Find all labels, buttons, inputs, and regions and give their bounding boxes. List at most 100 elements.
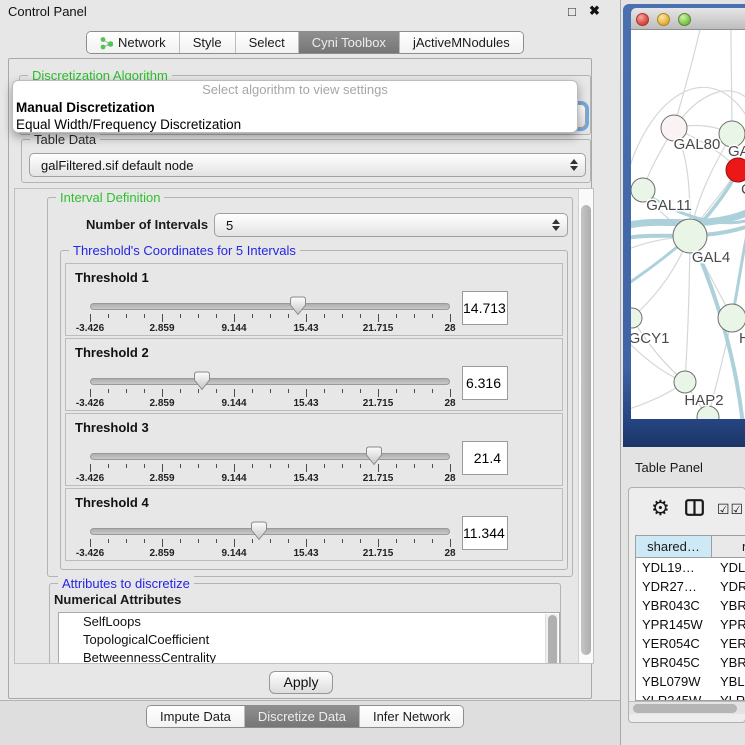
cell-name: YDR2 bbox=[712, 577, 745, 596]
cell-shared-name: YDL19… bbox=[636, 558, 712, 577]
table-row[interactable]: YER054CYER0 bbox=[636, 634, 745, 653]
slider-ticks bbox=[90, 539, 451, 548]
network-window-titlebar[interactable] bbox=[631, 8, 745, 30]
num-intervals-value: 5 bbox=[215, 218, 545, 233]
network-node[interactable] bbox=[726, 158, 745, 182]
cell-shared-name: YBL079W bbox=[636, 672, 712, 691]
threshold-slider-thumb[interactable] bbox=[250, 521, 268, 541]
tab-select[interactable]: Select bbox=[235, 32, 298, 53]
tab-impute-data[interactable]: Impute Data bbox=[147, 706, 244, 727]
threshold-slider-thumb[interactable] bbox=[193, 371, 211, 391]
table-row[interactable]: YPR145WYPR1 bbox=[636, 615, 745, 634]
tab-cyni-toolbox[interactable]: Cyni Toolbox bbox=[298, 32, 399, 53]
cell-shared-name: YPR145W bbox=[636, 615, 712, 634]
node-label: GAL4 bbox=[692, 249, 730, 266]
combo-stepper-icon bbox=[563, 159, 585, 171]
cell-name: YBL0 bbox=[712, 672, 745, 691]
network-node[interactable] bbox=[673, 219, 707, 253]
table-hscrollbar[interactable] bbox=[629, 701, 745, 714]
network-canvas[interactable]: GAL80GACGAL11GAL4GCY1HHAP2 bbox=[631, 30, 745, 419]
tab-label: jActiveMNodules bbox=[413, 35, 510, 50]
column-header-shared[interactable]: shared… bbox=[636, 536, 712, 557]
num-intervals-combobox[interactable]: 5 bbox=[214, 213, 568, 237]
table-row[interactable]: YBR043CYBR0 bbox=[636, 596, 745, 615]
slider-ticks bbox=[90, 314, 451, 323]
tab-network[interactable]: Network bbox=[87, 32, 179, 53]
network-node[interactable] bbox=[631, 308, 642, 328]
network-node[interactable] bbox=[674, 371, 696, 393]
threshold-slider-thumb[interactable] bbox=[365, 446, 383, 466]
threshold-value-field[interactable]: 21.4 bbox=[462, 441, 508, 475]
combo-stepper-icon bbox=[545, 219, 567, 231]
cell-shared-name: YBR043C bbox=[636, 596, 712, 615]
close-icon[interactable]: ✖ bbox=[589, 3, 600, 19]
attribute-item[interactable]: BetweennessCentrality bbox=[59, 649, 559, 664]
tab-label: Cyni Toolbox bbox=[312, 35, 386, 50]
column-header-name[interactable]: n bbox=[712, 536, 745, 557]
checkbox-icons[interactable]: ☑☑ bbox=[717, 501, 744, 518]
threshold-label: Threshold 2 bbox=[75, 345, 149, 360]
threshold-box: Threshold 2 -3.4262.8599.14415.4321.71528… bbox=[65, 338, 563, 411]
attributes-group: Attributes to discretize Numerical Attri… bbox=[49, 583, 561, 664]
node-label: GAL11 bbox=[646, 197, 692, 214]
cell-name: YER0 bbox=[712, 634, 745, 653]
numerical-attributes-list[interactable]: SelfLoopsTopologicalCoefficientBetweenne… bbox=[58, 612, 560, 664]
cell-name: YBR0 bbox=[712, 653, 745, 672]
tab-label: Infer Network bbox=[373, 709, 450, 724]
float-icon[interactable]: □ bbox=[568, 4, 576, 19]
algorithm-placeholder-option[interactable]: Select algorithm to view settings bbox=[13, 81, 577, 99]
group-title-interval-definition: Interval Definition bbox=[56, 190, 164, 205]
table-row[interactable]: YDR27…YDR2 bbox=[636, 577, 745, 596]
slider-tick-labels: -3.4262.8599.14415.4321.71528 bbox=[90, 473, 451, 484]
threshold-slider-thumb[interactable] bbox=[289, 296, 307, 316]
table-row[interactable]: YDL19…YDL1 bbox=[636, 558, 745, 577]
columns-icon[interactable] bbox=[685, 499, 704, 519]
cell-shared-name: YLR345W bbox=[636, 691, 712, 701]
close-traffic-light-icon[interactable] bbox=[636, 13, 649, 26]
attribute-item[interactable]: SelfLoops bbox=[59, 613, 559, 631]
threshold-box: Threshold 4-3.4262.8599.14415.4321.71528… bbox=[65, 488, 563, 561]
node-label: GCY1 bbox=[631, 330, 669, 347]
group-title-table-data: Table Data bbox=[30, 132, 100, 147]
cell-name: YPR1 bbox=[712, 615, 745, 634]
settings-scrollbar[interactable] bbox=[578, 189, 593, 663]
table-row[interactable]: YBR045CYBR0 bbox=[636, 653, 745, 672]
tab-style[interactable]: Style bbox=[179, 32, 235, 53]
table-panel-title: Table Panel bbox=[635, 460, 703, 475]
threshold-value-field[interactable]: 14.713 bbox=[462, 291, 508, 325]
gear-icon[interactable]: ⚙ bbox=[651, 496, 670, 521]
interval-definition-group: Interval Definition Number of Intervals … bbox=[47, 197, 573, 577]
table-data-combobox[interactable]: galFiltered.sif default node bbox=[29, 153, 586, 177]
slider-tick-labels: -3.4262.8599.14415.4321.71528 bbox=[90, 398, 451, 409]
attribute-item[interactable]: TopologicalCoefficient bbox=[59, 631, 559, 649]
threshold-slider-track[interactable] bbox=[90, 303, 450, 310]
minimize-traffic-light-icon[interactable] bbox=[657, 13, 670, 26]
settings-scrollpane: Interval Definition Number of Intervals … bbox=[14, 188, 594, 664]
apply-button[interactable]: Apply bbox=[269, 671, 333, 694]
node-label: C bbox=[741, 181, 745, 198]
num-intervals-label: Number of Intervals bbox=[86, 217, 208, 232]
cell-shared-name: YER054C bbox=[636, 634, 712, 653]
tab-label: Style bbox=[193, 35, 222, 50]
threshold-slider-track[interactable] bbox=[90, 453, 450, 460]
table-row[interactable]: YLR345WYLR3 bbox=[636, 691, 745, 701]
attributes-scrollbar[interactable] bbox=[545, 614, 558, 664]
threshold-slider-track[interactable] bbox=[90, 528, 450, 535]
threshold-value-field[interactable]: 6.316 bbox=[462, 366, 508, 400]
algorithm-option[interactable]: Manual Discretization bbox=[13, 99, 577, 116]
node-table[interactable]: shared… n YDL19…YDL1YDR27…YDR2YBR043CYBR… bbox=[635, 535, 745, 701]
threshold-value-field[interactable]: 11.344 bbox=[462, 516, 508, 550]
table-row[interactable]: YBL079WYBL0 bbox=[636, 672, 745, 691]
network-icon bbox=[100, 36, 113, 50]
tab-label: Impute Data bbox=[160, 709, 231, 724]
tab-discretize-data[interactable]: Discretize Data bbox=[244, 706, 359, 727]
threshold-slider-track[interactable] bbox=[90, 378, 450, 385]
tab-infer-network[interactable]: Infer Network bbox=[359, 706, 463, 727]
cell-name: YBR0 bbox=[712, 596, 745, 615]
table-panel: ⚙ ☑☑ shared… n YDL19…YDL1YDR27…YDR2YBR04… bbox=[628, 487, 745, 723]
network-node[interactable] bbox=[718, 304, 745, 332]
tab-jactivemnodules[interactable]: jActiveMNodules bbox=[399, 32, 523, 53]
threshold-list: Threshold 1-3.4262.8599.14415.4321.71528… bbox=[65, 263, 563, 563]
zoom-traffic-light-icon[interactable] bbox=[678, 13, 691, 26]
algorithm-option[interactable]: Equal Width/Frequency Discretization bbox=[13, 116, 577, 133]
